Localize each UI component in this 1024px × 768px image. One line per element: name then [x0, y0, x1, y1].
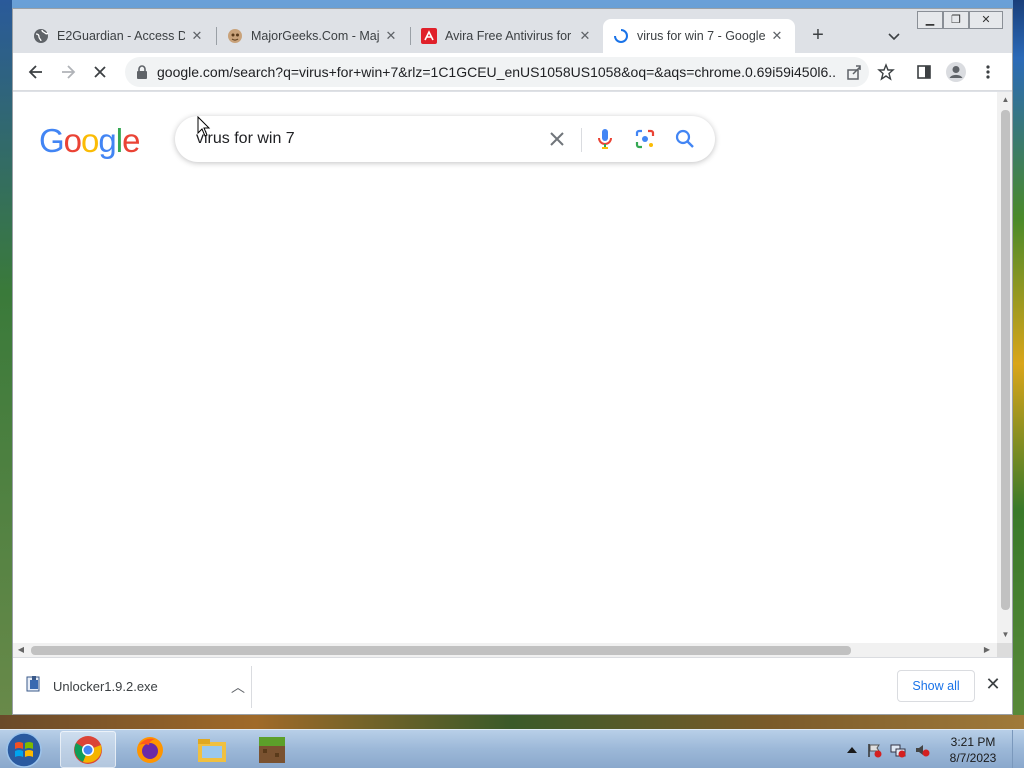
volume-muted-icon[interactable]: [914, 742, 930, 758]
tab-majorgeeks[interactable]: MajorGeeks.Com - Majo ✕: [217, 19, 409, 53]
tab-e2guardian[interactable]: E2Guardian - Access Den ✕: [23, 19, 215, 53]
logo-letter: G: [39, 122, 65, 159]
windows-logo-icon: [6, 732, 42, 768]
search-box[interactable]: virus for win 7: [175, 116, 715, 162]
desktop-background-bottom: [0, 715, 1024, 729]
scroll-left-arrow-icon[interactable]: ◀: [15, 644, 27, 656]
close-window-button[interactable]: ✕: [969, 11, 1003, 29]
taskbar-minecraft[interactable]: [244, 731, 300, 768]
file-explorer-icon: [198, 738, 226, 762]
new-tab-button[interactable]: +: [807, 25, 829, 47]
mouse-cursor-icon: [197, 116, 211, 137]
tab-google-search[interactable]: virus for win 7 - Google S ✕: [603, 19, 795, 53]
network-icon[interactable]: [890, 742, 906, 758]
show-all-downloads-button[interactable]: Show all: [897, 670, 975, 702]
search-icon[interactable]: [673, 127, 697, 151]
tab-close-icon[interactable]: ✕: [189, 28, 205, 44]
url-text[interactable]: google.com/search?q=virus+for+win+7&rlz=…: [157, 57, 837, 87]
back-arrow-icon: [28, 65, 42, 79]
download-item[interactable]: Unlocker1.9.2.exe ︿: [25, 668, 251, 704]
avira-icon: [421, 28, 437, 44]
desktop-background-left: [0, 0, 12, 728]
maximize-button[interactable]: ❐: [943, 11, 969, 29]
share-button[interactable]: [841, 59, 867, 85]
show-hidden-icons-icon[interactable]: [844, 742, 860, 758]
forward-arrow-icon: [62, 65, 76, 79]
taskbar-file-explorer[interactable]: [184, 731, 240, 768]
clock-time: 3:21 PM: [950, 735, 996, 749]
taskbar-clock[interactable]: 3:21 PM 8/7/2023: [938, 734, 1008, 766]
vertical-scrollbar[interactable]: ▲ ▼: [997, 92, 1012, 643]
majorgeeks-icon: [227, 28, 243, 44]
profile-avatar-icon: [946, 62, 966, 82]
profile-button[interactable]: [943, 59, 969, 85]
forward-button[interactable]: [55, 59, 81, 85]
browser-toolbar: google.com/search?q=virus+for+win+7&rlz=…: [13, 53, 1012, 91]
start-button[interactable]: [4, 731, 48, 768]
horizontal-scrollbar[interactable]: ◀ ▶: [13, 643, 997, 657]
clock-date: 8/7/2023: [949, 751, 997, 765]
star-icon: [877, 63, 895, 81]
tab-close-icon[interactable]: ✕: [383, 28, 399, 44]
chevron-up-icon[interactable]: ︿: [231, 677, 245, 697]
taskbar-chrome[interactable]: [60, 731, 116, 768]
bookmark-star-button[interactable]: [873, 59, 899, 85]
stop-icon: [94, 66, 106, 78]
horizontal-scroll-thumb[interactable]: [31, 646, 851, 655]
logo-letter: g: [98, 122, 116, 159]
tab-title: MajorGeeks.Com - Majo: [251, 29, 379, 43]
tab-title: E2Guardian - Access Den: [57, 29, 185, 43]
tab-title: Avira Free Antivirus for V: [445, 29, 573, 43]
tab-close-icon[interactable]: ✕: [577, 28, 593, 44]
page-content: Google virus for win 7: [13, 92, 997, 643]
loading-spinner-icon: [613, 28, 629, 44]
scrollbar-corner: [997, 643, 1012, 657]
logo-letter: o: [81, 122, 99, 159]
firefox-icon: [137, 736, 163, 763]
vertical-scroll-thumb[interactable]: [1001, 110, 1010, 610]
scroll-up-arrow-icon[interactable]: ▲: [997, 95, 1012, 107]
minecraft-icon: [259, 736, 285, 763]
menu-button[interactable]: [975, 59, 1001, 85]
side-panel-icon: [917, 65, 931, 79]
minimize-button[interactable]: ▁: [917, 11, 943, 29]
download-shelf: Unlocker1.9.2.exe ︿ Show all ✕: [13, 657, 1012, 714]
chrome-icon: [74, 735, 102, 764]
search-divider: [581, 128, 582, 152]
installer-file-icon: [25, 675, 43, 698]
tab-search-chevron-icon[interactable]: [885, 27, 903, 45]
kebab-menu-icon: [986, 65, 990, 79]
show-desktop-button[interactable]: [1012, 730, 1024, 768]
tab-avira[interactable]: Avira Free Antivirus for V ✕: [411, 19, 603, 53]
logo-letter: e: [122, 122, 140, 159]
logo-letter: o: [63, 122, 82, 159]
google-lens-icon[interactable]: [633, 127, 657, 151]
windows-taskbar: 3:21 PM 8/7/2023: [0, 729, 1024, 768]
back-button[interactable]: [23, 59, 49, 85]
taskbar-firefox[interactable]: [122, 731, 178, 768]
microphone-icon[interactable]: [593, 127, 617, 151]
clear-search-icon[interactable]: [545, 127, 569, 151]
tab-close-icon[interactable]: ✕: [769, 28, 785, 44]
lock-icon[interactable]: [135, 64, 149, 80]
stop-loading-button[interactable]: [87, 59, 113, 85]
download-file-name: Unlocker1.9.2.exe: [53, 678, 158, 694]
share-icon: [847, 65, 861, 80]
tab-title: virus for win 7 - Google S: [637, 29, 765, 43]
browser-window: E2Guardian - Access Den ✕ MajorGeeks.Com…: [12, 8, 1013, 715]
action-center-flag-icon[interactable]: [866, 742, 882, 758]
scroll-down-arrow-icon[interactable]: ▼: [997, 630, 1012, 642]
google-logo[interactable]: Google: [39, 122, 140, 160]
side-panel-button[interactable]: [911, 59, 937, 85]
desktop-background-right: [1013, 0, 1024, 728]
close-download-shelf-icon[interactable]: ✕: [983, 674, 1003, 696]
tab-strip: E2Guardian - Access Den ✕ MajorGeeks.Com…: [13, 9, 1012, 53]
scroll-right-arrow-icon[interactable]: ▶: [981, 644, 993, 656]
download-separator: [251, 666, 252, 708]
address-bar[interactable]: google.com/search?q=virus+for+win+7&rlz=…: [125, 57, 869, 87]
globe-icon: [33, 28, 49, 44]
